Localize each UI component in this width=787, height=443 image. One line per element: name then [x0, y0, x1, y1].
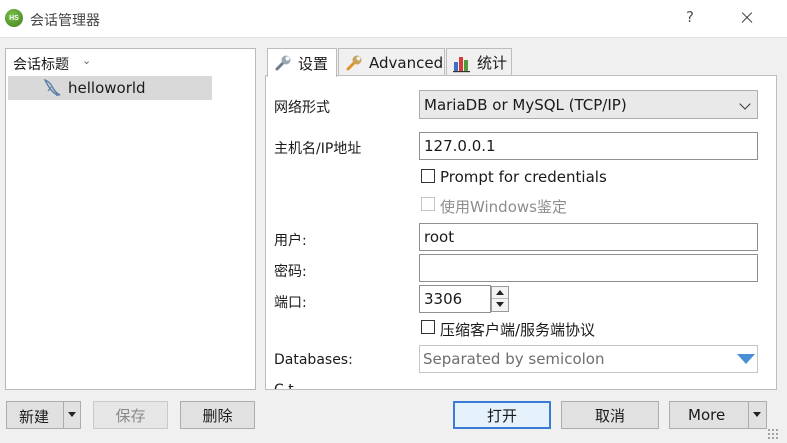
save-button[interactable]: 保存	[93, 401, 168, 429]
tab-settings[interactable]: 设置	[267, 48, 337, 77]
tree-column-header[interactable]: 会话标题	[13, 54, 69, 74]
new-button-label: 新建	[19, 408, 50, 426]
tab-label: 设置	[298, 54, 329, 73]
password-input[interactable]	[419, 254, 758, 282]
network-type-label: 网络形式	[274, 100, 330, 116]
more-button[interactable]: More	[669, 401, 767, 429]
compress-protocol-label: 压缩客户端/服务端协议	[440, 321, 596, 339]
help-button[interactable]: ?	[680, 8, 700, 28]
windows-auth-checkbox[interactable]	[421, 197, 435, 211]
arrow-down-icon	[753, 412, 761, 417]
databases-placeholder: Separated by semicolon	[423, 350, 605, 368]
close-button[interactable]	[734, 4, 760, 32]
sort-chevron-icon[interactable]: ⌄	[82, 54, 91, 67]
chevron-down-icon	[739, 98, 751, 110]
tab-label: 统计	[477, 54, 508, 72]
host-input[interactable]: 127.0.0.1	[419, 132, 758, 160]
user-label: 用户:	[274, 233, 307, 249]
arrow-down-icon	[496, 302, 504, 307]
cancel-button[interactable]: 取消	[561, 401, 659, 429]
databases-label: Databases:	[274, 352, 353, 368]
more-button-label: More	[688, 406, 726, 424]
port-stepper[interactable]	[491, 286, 509, 312]
tab-label: Advanced	[369, 53, 444, 72]
session-item-helloworld[interactable]: helloworld	[8, 76, 212, 100]
windows-auth-label: 使用Windows鉴定	[440, 198, 567, 216]
window-title: 会话管理器	[30, 13, 100, 29]
session-tree[interactable]: 会话标题 ⌄ helloworld	[5, 48, 256, 390]
databases-input[interactable]: Separated by semicolon	[419, 345, 758, 373]
user-input[interactable]: root	[419, 223, 758, 251]
dolphin-icon	[43, 78, 61, 97]
session-label: helloworld	[68, 79, 146, 97]
more-dropdown-button[interactable]	[748, 402, 766, 428]
port-label: 端口:	[274, 295, 307, 311]
bar-chart-icon	[453, 56, 470, 72]
prompt-credentials-checkbox[interactable]	[421, 169, 435, 183]
heidisql-app-icon: HS	[5, 9, 23, 27]
compress-protocol-checkbox[interactable]	[421, 320, 435, 334]
user-value: root	[424, 228, 455, 246]
port-input[interactable]: 3306	[419, 285, 491, 313]
tab-statistics[interactable]: 统计	[446, 48, 512, 76]
port-value: 3306	[424, 290, 463, 308]
arrow-up-icon	[496, 290, 504, 295]
title-bar: HS 会话管理器 ?	[0, 0, 787, 38]
port-increment-button[interactable]	[492, 287, 508, 299]
new-dropdown-button[interactable]	[63, 402, 81, 428]
wrench-icon	[275, 55, 291, 71]
arrow-down-icon	[68, 412, 76, 417]
open-button[interactable]: 打开	[453, 401, 551, 429]
host-value: 127.0.0.1	[424, 137, 496, 155]
settings-panel: 网络形式 MariaDB or MySQL (TCP/IP) 主机名/IP地址 …	[265, 75, 777, 390]
network-type-select[interactable]: MariaDB or MySQL (TCP/IP)	[419, 90, 758, 119]
port-decrement-button[interactable]	[492, 299, 508, 311]
host-label: 主机名/IP地址	[274, 141, 362, 157]
tab-advanced[interactable]: Advanced	[338, 48, 445, 76]
network-type-value: MariaDB or MySQL (TCP/IP)	[424, 95, 627, 114]
prompt-credentials-label: Prompt for credentials	[440, 168, 607, 186]
new-button[interactable]: 新建	[6, 401, 81, 429]
comment-label-partial: C t	[274, 382, 294, 390]
delete-button[interactable]: 删除	[180, 401, 255, 429]
advanced-wrench-icon	[346, 55, 362, 70]
password-label: 密码:	[274, 264, 307, 280]
resize-grip[interactable]	[767, 428, 779, 440]
dropdown-triangle-icon[interactable]	[737, 354, 755, 364]
